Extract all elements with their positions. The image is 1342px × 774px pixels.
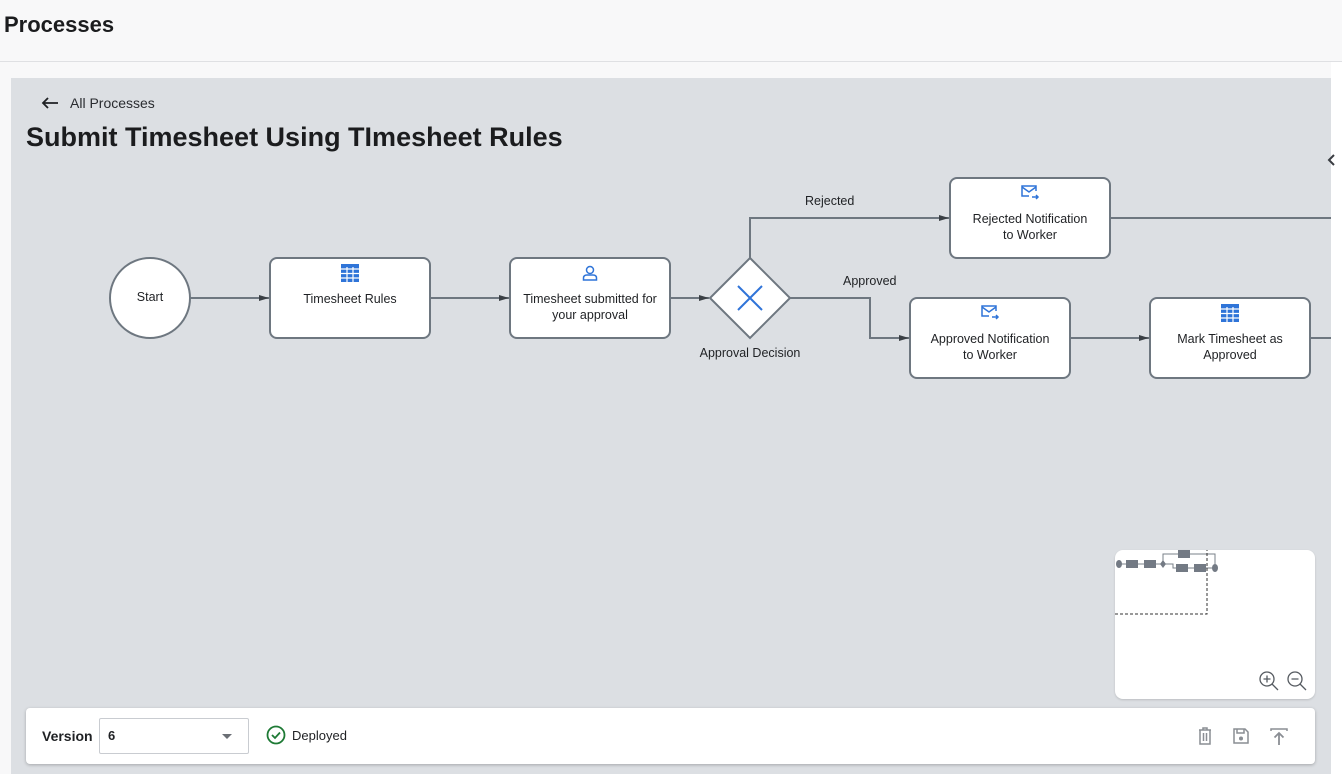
check-circle-icon: [266, 725, 286, 745]
version-select[interactable]: 6: [99, 718, 249, 754]
status-text: Deployed: [292, 727, 347, 743]
submitted-node[interactable]: [510, 258, 670, 338]
edge-label-rejected: Rejected: [805, 194, 855, 208]
deploy-upload-icon[interactable]: [1268, 725, 1290, 747]
zoom-in-icon[interactable]: [1258, 670, 1280, 692]
approval-decision-node[interactable]: [718, 266, 782, 330]
version-footer: Version 6 Deployed: [26, 708, 1315, 764]
save-icon[interactable]: [1230, 725, 1252, 747]
edge-approved: [790, 297, 909, 341]
edge-label-approved: Approved: [843, 274, 897, 288]
timesheet-rules-node[interactable]: [270, 258, 430, 338]
zoom-out-icon[interactable]: [1286, 670, 1308, 692]
start-node[interactable]: [110, 258, 190, 338]
version-label: Version: [42, 728, 93, 744]
approved-notification-node[interactable]: [910, 298, 1070, 378]
minimap-preview: [1115, 550, 1218, 615]
delete-icon[interactable]: [1194, 725, 1216, 747]
minimap[interactable]: [1115, 550, 1315, 699]
caret-down-icon: [222, 734, 232, 739]
rejected-notification-node[interactable]: [950, 178, 1110, 258]
status-badge: Deployed: [266, 725, 347, 745]
version-value: 6: [108, 728, 116, 743]
minimap-viewport[interactable]: [1115, 550, 1208, 615]
edge-rejected: [749, 215, 949, 258]
approval-decision-label: Approval Decision: [699, 346, 801, 360]
mark-approved-node[interactable]: [1150, 298, 1310, 378]
